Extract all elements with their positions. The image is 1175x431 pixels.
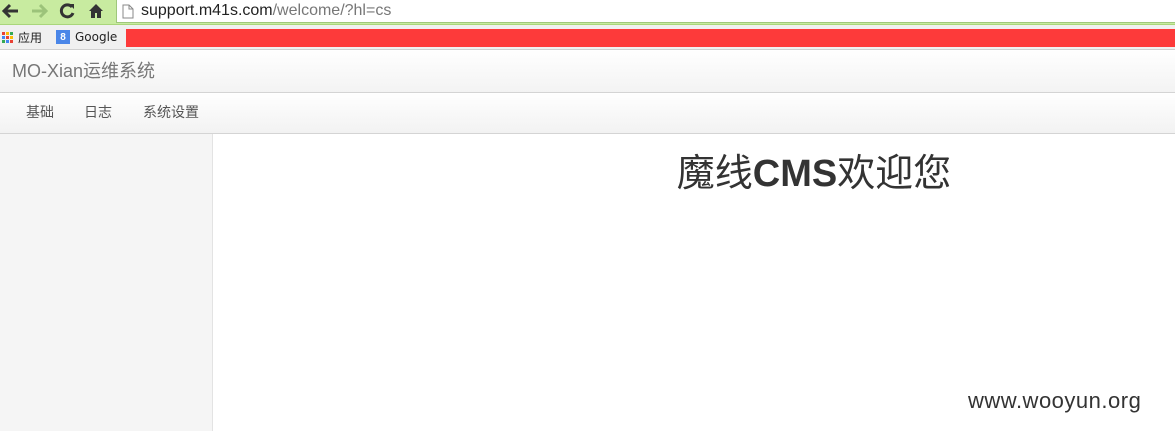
reload-icon[interactable] [56,0,78,22]
url-text: support.m41s.com/welcome/?hl=cs [141,2,392,19]
nav-item-basic[interactable]: 基础 [26,93,54,133]
app-header: MO-Xian运维系统 [0,50,1175,93]
back-arrow-icon[interactable] [0,0,22,22]
forward-arrow-icon[interactable] [28,0,50,22]
bookmark-label: Google [75,30,118,44]
main-content: 魔线CMS欢迎您 [213,134,1175,431]
apps-grid-icon [2,31,13,43]
nav-item-settings[interactable]: 系统设置 [143,93,199,133]
home-icon[interactable] [85,0,107,22]
page-icon [122,4,134,19]
nav-item-logs[interactable]: 日志 [84,93,112,133]
bookmark-apps[interactable]: 应用 [2,25,42,49]
sidebar [0,134,213,431]
main-nav: 基础 日志 系统设置 [0,93,1175,134]
address-bar[interactable]: support.m41s.com/welcome/?hl=cs [116,0,1175,23]
google-icon: 8 [56,30,70,44]
brand-title[interactable]: MO-Xian运维系统 [12,50,155,92]
bookmark-google[interactable]: 8 Google [56,25,117,49]
browser-toolbar: support.m41s.com/welcome/?hl=cs [0,0,1175,25]
watermark: www.wooyun.org [968,388,1142,413]
welcome-heading: 魔线CMS欢迎您 [676,151,952,195]
red-banner [126,29,1175,47]
bookmark-label: 应用 [18,30,43,45]
